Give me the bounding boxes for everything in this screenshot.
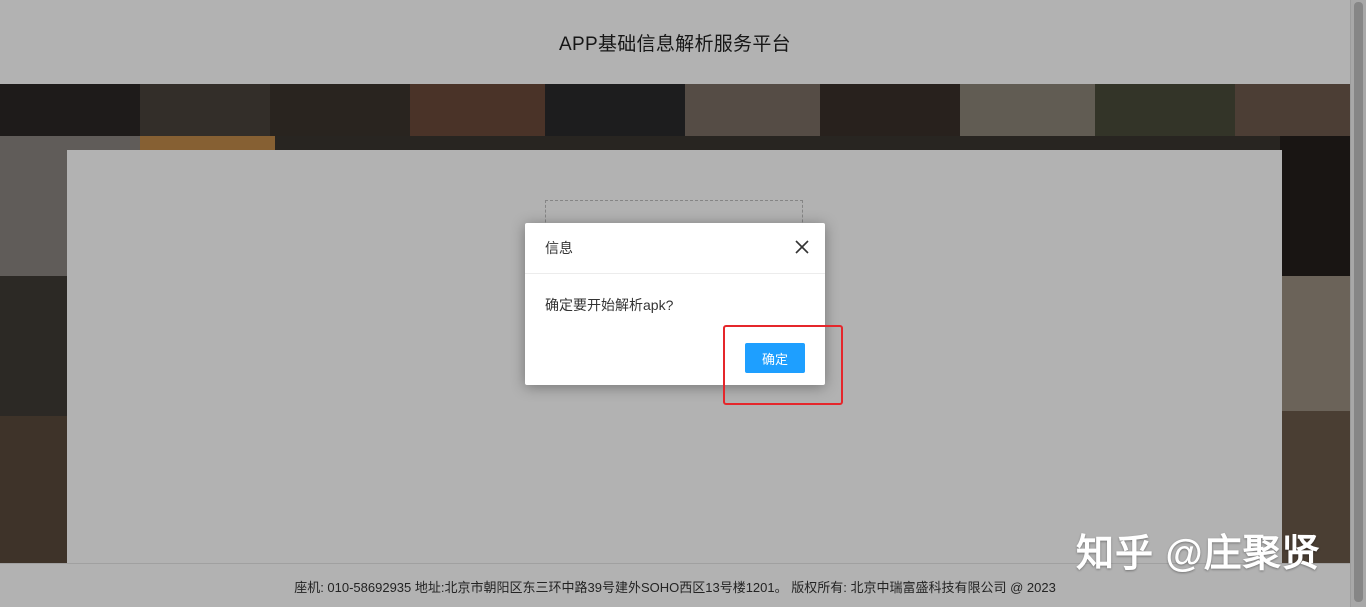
red-highlight-box — [723, 325, 843, 405]
zhihu-watermark: 知乎 @庄聚贤 — [1076, 533, 1321, 575]
dialog-title: 信息 — [525, 223, 825, 274]
close-icon[interactable] — [793, 238, 811, 256]
